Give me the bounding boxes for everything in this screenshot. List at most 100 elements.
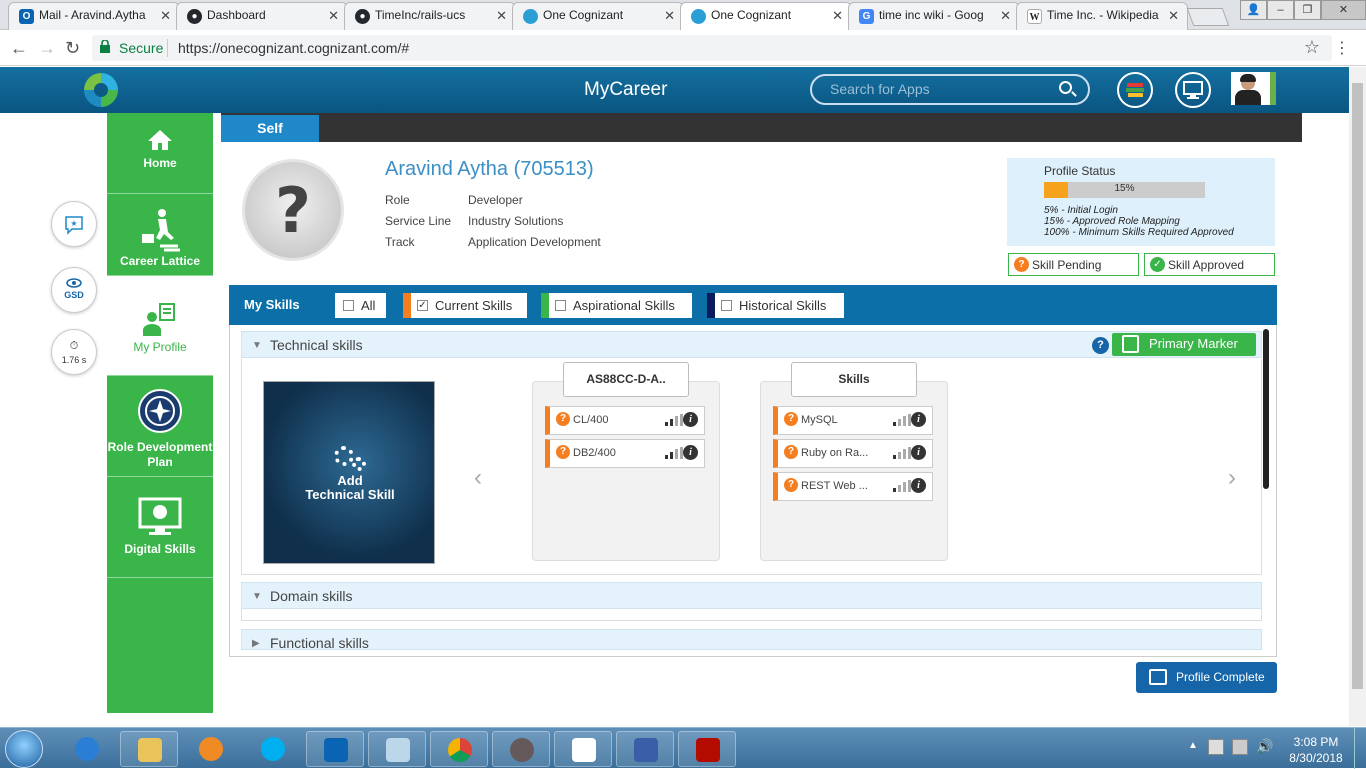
close-window-icon[interactable]: ✕ xyxy=(1321,0,1366,20)
atom-icon[interactable] xyxy=(492,731,550,767)
section-functional-skills[interactable]: ▶ Functional skills xyxy=(241,629,1262,651)
system-clock[interactable]: 3:08 PM 8/30/2018 xyxy=(1283,734,1349,766)
checkbox-all[interactable] xyxy=(343,300,354,311)
timer-button[interactable]: ⏱ 1.76 s xyxy=(51,329,97,375)
carousel-prev-icon[interactable]: ‹ xyxy=(474,464,482,492)
filter-all[interactable]: All xyxy=(335,293,386,318)
browser-tab-wikipedia[interactable]: W Time Inc. - Wikipedia ✕ xyxy=(1016,2,1188,30)
close-tab-icon[interactable]: ✕ xyxy=(496,8,507,24)
primary-marker-button[interactable]: Primary Marker xyxy=(1112,333,1256,356)
profile-complete-label: Profile Complete xyxy=(1176,670,1265,684)
sidebar-item-role-development-plan[interactable]: Role Development Plan xyxy=(107,376,213,477)
close-tab-icon[interactable]: ✕ xyxy=(832,8,843,24)
flag-icon[interactable] xyxy=(1208,739,1224,755)
app-search xyxy=(810,74,1090,105)
sidebar-item-career-lattice[interactable]: Career Lattice xyxy=(107,194,213,276)
scrollbar-thumb[interactable] xyxy=(1352,83,1363,689)
books-icon[interactable] xyxy=(1117,72,1153,108)
browser-tab-google[interactable]: G time inc wiki - Goog ✕ xyxy=(848,2,1020,30)
profile-complete-button[interactable]: Profile Complete xyxy=(1136,662,1277,693)
carousel-next-icon[interactable]: › xyxy=(1228,464,1236,492)
info-icon[interactable]: i xyxy=(911,478,926,493)
close-tab-icon[interactable]: ✕ xyxy=(1000,8,1011,24)
restore-icon[interactable]: ❐ xyxy=(1294,0,1321,20)
github-icon: ● xyxy=(187,9,202,24)
close-tab-icon[interactable]: ✕ xyxy=(328,8,339,24)
chrome-icon[interactable] xyxy=(430,731,488,767)
sidebar-item-digital-skills[interactable]: Digital Skills xyxy=(107,477,213,578)
acrobat-icon[interactable] xyxy=(678,731,736,767)
page-scrollbar[interactable] xyxy=(1349,67,1366,726)
browser-tab-dashboard[interactable]: ● Dashboard ✕ xyxy=(176,2,348,30)
reload-icon[interactable]: ↻ xyxy=(65,38,80,59)
skill-item[interactable]: ? DB2/400 i xyxy=(545,439,705,468)
file-explorer-icon[interactable] xyxy=(120,731,178,767)
proficiency-bars-icon xyxy=(893,480,911,492)
forward-icon[interactable]: → xyxy=(38,38,56,59)
expand-triangle-icon: ▶ xyxy=(252,638,260,649)
add-technical-skill-card[interactable]: Add Technical Skill xyxy=(263,381,435,564)
info-icon[interactable]: i xyxy=(683,412,698,427)
checkbox-historical[interactable] xyxy=(721,300,732,311)
checkbox-current[interactable]: ✓ xyxy=(417,300,428,311)
skill-group-title[interactable]: AS88CC-D-A.. xyxy=(563,362,689,397)
sidebar-item-home[interactable]: Home xyxy=(107,113,213,194)
volume-icon[interactable]: 🔊 xyxy=(1256,738,1273,755)
close-tab-icon[interactable]: ✕ xyxy=(664,8,675,24)
eye-icon xyxy=(66,278,82,288)
cognizant-logo[interactable] xyxy=(84,73,118,107)
tray-expand-icon[interactable]: ▲ xyxy=(1188,740,1198,751)
section-domain-skills[interactable]: ▼ Domain skills xyxy=(241,582,1262,609)
remote-desktop-icon[interactable] xyxy=(616,731,674,767)
tab-self[interactable]: Self xyxy=(221,115,319,142)
new-tab-button[interactable] xyxy=(1186,8,1230,26)
slack-icon[interactable] xyxy=(554,731,612,767)
minimize-icon[interactable]: – xyxy=(1267,0,1294,20)
bookmark-star-icon[interactable]: ☆ xyxy=(1304,37,1320,58)
browser-tab-one-cognizant-active[interactable]: One Cognizant ✕ xyxy=(680,2,852,31)
filter-current-skills[interactable]: ✓ Current Skills xyxy=(403,293,527,318)
skype-icon[interactable] xyxy=(244,731,302,767)
browser-tab-rails-ucs[interactable]: ● TimeInc/rails-ucs ✕ xyxy=(344,2,516,30)
skill-name: REST Web ... xyxy=(801,480,868,492)
url-text[interactable]: https://onecognizant.cognizant.com/# xyxy=(178,40,409,56)
omnibox[interactable]: Secure https://onecognizant.cognizant.co… xyxy=(92,35,1332,61)
skill-name: CL/400 xyxy=(573,414,609,426)
browser-tab-one-cognizant[interactable]: One Cognizant ✕ xyxy=(512,2,684,30)
skill-item[interactable]: ? MySQL i xyxy=(773,406,933,435)
media-player-icon[interactable] xyxy=(182,731,240,767)
help-icon[interactable]: ? xyxy=(1092,337,1109,354)
browser-tab-mail[interactable]: O Mail - Aravind.Aytha ✕ xyxy=(8,2,180,30)
skill-item[interactable]: ? CL/400 i xyxy=(545,406,705,435)
pending-question-icon: ? xyxy=(784,412,798,426)
filter-historical-skills[interactable]: Historical Skills xyxy=(707,293,844,318)
user-icon[interactable]: 👤 xyxy=(1240,0,1267,20)
skill-item[interactable]: ? Ruby on Ra... i xyxy=(773,439,933,468)
skill-group-title[interactable]: Skills xyxy=(791,362,917,397)
windows-start-icon[interactable] xyxy=(5,730,43,768)
notepad-icon[interactable] xyxy=(368,731,426,767)
filter-aspirational-skills[interactable]: Aspirational Skills xyxy=(541,293,692,318)
sidebar-item-my-profile[interactable]: My Profile xyxy=(107,276,213,376)
show-desktop-button[interactable] xyxy=(1354,728,1366,769)
tab-label: Mail - Aravind.Aytha xyxy=(39,8,146,22)
back-icon[interactable]: ← xyxy=(10,38,28,59)
close-tab-icon[interactable]: ✕ xyxy=(1168,8,1179,24)
feedback-button[interactable]: ★ xyxy=(51,201,97,247)
close-tab-icon[interactable]: ✕ xyxy=(160,8,171,24)
network-icon[interactable] xyxy=(1232,739,1248,755)
browser-menu-icon[interactable]: ⋮ xyxy=(1334,38,1350,58)
info-icon[interactable]: i xyxy=(911,445,926,460)
skill-item[interactable]: ? REST Web ... i xyxy=(773,472,933,501)
checkbox-aspirational[interactable] xyxy=(555,300,566,311)
outlook-icon[interactable] xyxy=(306,731,364,767)
search-input[interactable] xyxy=(830,81,1050,97)
skills-panel-scrollbar[interactable] xyxy=(1263,329,1269,489)
user-avatar[interactable] xyxy=(1231,72,1276,105)
info-icon[interactable]: i xyxy=(911,412,926,427)
search-icon[interactable] xyxy=(1059,81,1072,94)
info-icon[interactable]: i xyxy=(683,445,698,460)
gsd-button[interactable]: GSD xyxy=(51,267,97,313)
internet-explorer-icon[interactable] xyxy=(58,731,116,767)
monitor-icon[interactable] xyxy=(1175,72,1211,108)
